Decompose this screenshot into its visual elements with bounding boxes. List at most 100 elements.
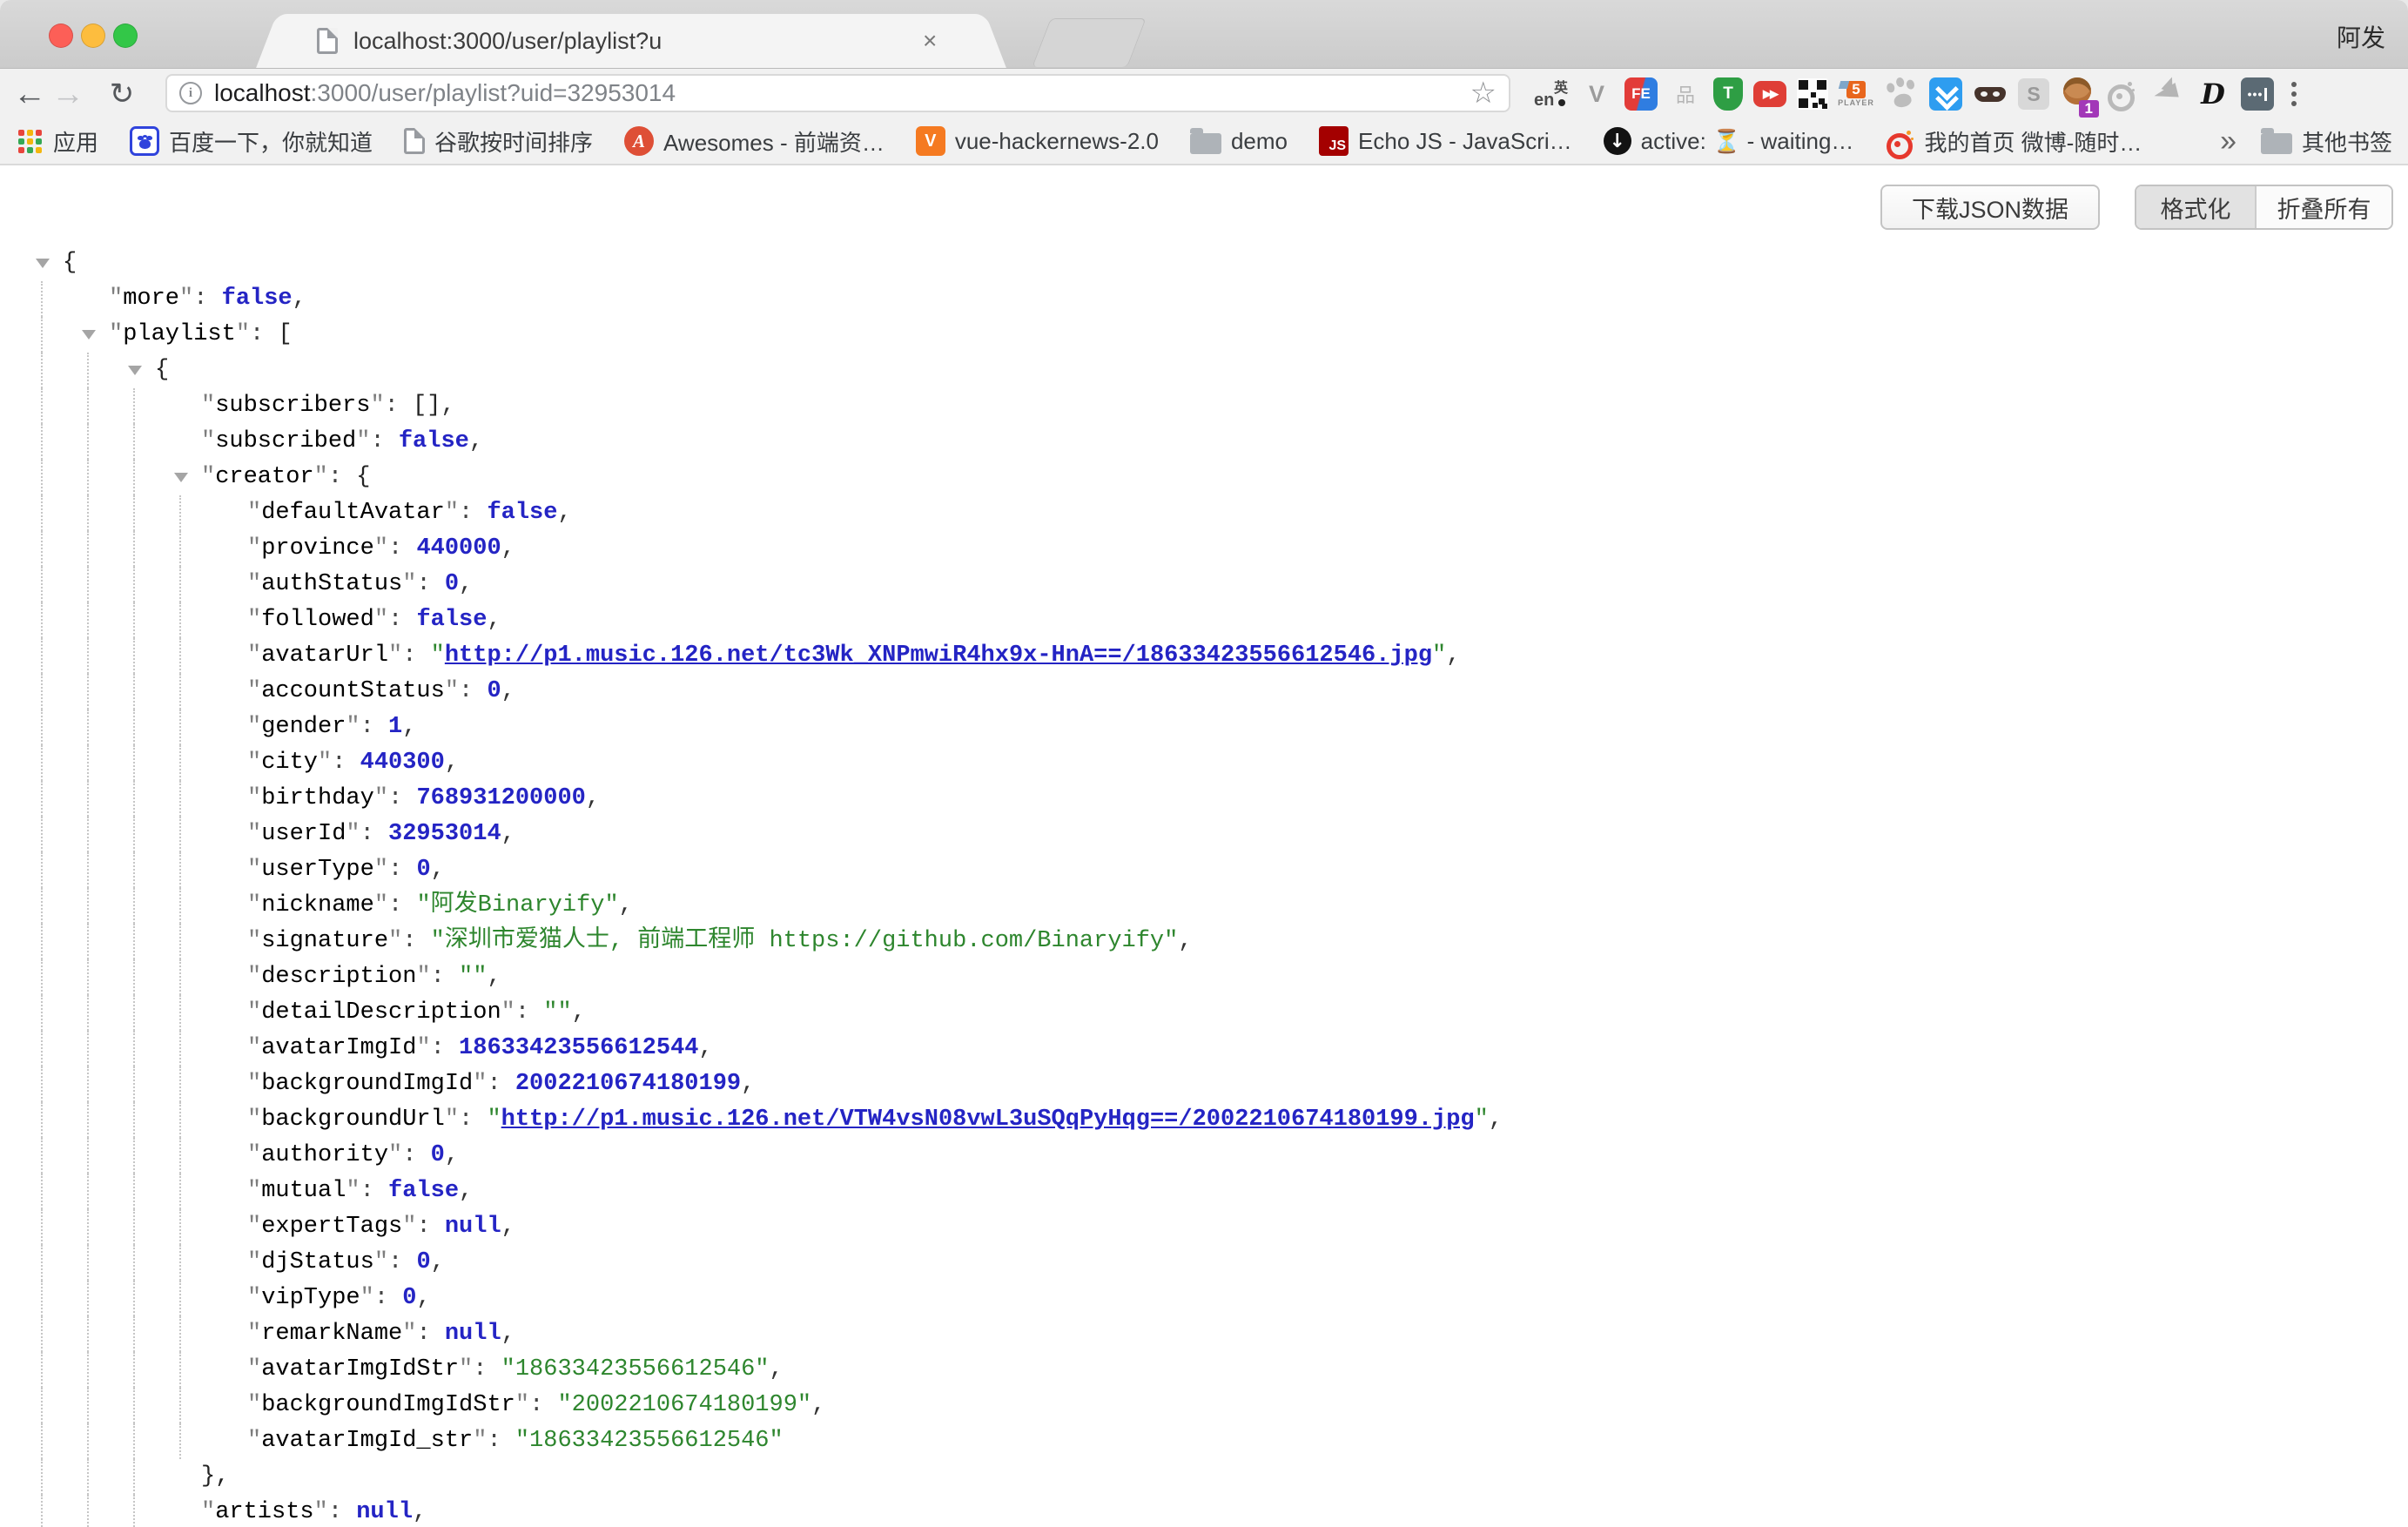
bookmark-item[interactable]: demo bbox=[1190, 128, 1288, 155]
zoom-window-button[interactable] bbox=[113, 24, 138, 48]
weibo-gray-icon[interactable] bbox=[2105, 75, 2140, 113]
indent-guide-line bbox=[87, 1388, 89, 1423]
json-key: city bbox=[261, 750, 318, 776]
indent-guide-line bbox=[179, 1209, 181, 1245]
indent-guide-line bbox=[179, 1316, 181, 1352]
extension-badge: 1 bbox=[2079, 100, 2099, 118]
video-speed-icon-text: ▶▶ bbox=[1763, 87, 1777, 101]
indent-guide-line bbox=[41, 495, 43, 531]
other-bookmarks-folder[interactable]: 其他书签 bbox=[2261, 125, 2392, 158]
indent-guide-line bbox=[179, 674, 181, 710]
forward-button[interactable]: → bbox=[49, 69, 87, 119]
fe-helper-icon[interactable]: FE bbox=[1624, 77, 1658, 111]
vue-devtools-icon[interactable]: V bbox=[1579, 75, 1614, 113]
green-shield-icon[interactable]: T bbox=[1713, 77, 1743, 111]
comma: , bbox=[293, 286, 306, 312]
indent-guide-line bbox=[41, 281, 43, 317]
comma: , bbox=[501, 1321, 515, 1347]
bookmark-item[interactable]: Awesomes - 前端资… bbox=[624, 125, 885, 158]
indent-guide-line bbox=[133, 852, 135, 888]
video-speed-icon[interactable]: ▶▶ bbox=[1753, 81, 1786, 107]
json-bracket: { bbox=[63, 250, 77, 276]
bookmark-star-icon[interactable]: ☆ bbox=[1470, 76, 1497, 111]
tab-strip: localhost:3000/user/playlist?u × 阿发 bbox=[0, 0, 2408, 68]
indent-guide-line bbox=[179, 817, 181, 852]
translate-icon[interactable]: en英 bbox=[1534, 75, 1569, 113]
comma: , bbox=[413, 1499, 427, 1525]
bookmark-label: Awesomes - 前端资… bbox=[663, 125, 885, 158]
json-line: "remarkName": null, bbox=[0, 1316, 2408, 1352]
format-button[interactable]: 格式化 bbox=[2136, 186, 2257, 228]
reload-button[interactable]: ↻ bbox=[103, 69, 141, 119]
bookmarks-overflow-chevron[interactable]: » bbox=[2220, 124, 2236, 158]
collapse-arrow-icon[interactable] bbox=[174, 473, 188, 482]
bookmark-item[interactable]: active: ⏳ - waiting… bbox=[1604, 127, 1854, 155]
collapse-arrow-icon[interactable] bbox=[36, 259, 50, 268]
colon: : bbox=[328, 1499, 356, 1525]
qrcode-icon[interactable] bbox=[1797, 78, 1828, 110]
indent-guide-line bbox=[41, 888, 43, 924]
json-url-link[interactable]: http://p1.music.126.net/VTW4vsN08vwL3uSQ… bbox=[501, 1107, 1475, 1133]
password-manager-icon[interactable]: ••• bbox=[2241, 77, 2274, 111]
json-value: 440300 bbox=[360, 750, 445, 776]
comma: , bbox=[1489, 1107, 1503, 1133]
comma: , bbox=[459, 571, 473, 597]
tab-close-icon[interactable]: × bbox=[923, 27, 937, 55]
paw-icon[interactable] bbox=[1880, 71, 1922, 116]
json-key: avatarImgIdStr bbox=[261, 1356, 459, 1382]
quote: " bbox=[370, 393, 384, 419]
bookmark-item[interactable]: 谷歌按时间排序 bbox=[404, 125, 593, 158]
bookmark-item[interactable]: 百度一下，你就知道 bbox=[130, 125, 373, 158]
awesomes-icon bbox=[624, 126, 654, 156]
json-key: defaultAvatar bbox=[261, 500, 445, 526]
bookmark-item[interactable]: vue-hackernews-2.0 bbox=[916, 126, 1159, 156]
blue-download-icon[interactable] bbox=[1929, 77, 1962, 111]
indent-guide-line bbox=[87, 424, 89, 460]
indent-guide-line bbox=[133, 1138, 135, 1174]
back-button[interactable]: ← bbox=[10, 69, 49, 119]
browser-tab[interactable]: localhost:3000/user/playlist?u × bbox=[287, 14, 975, 68]
new-tab-button[interactable] bbox=[1032, 18, 1146, 67]
page-content: 下载JSON数据 格式化 折叠所有 {"more": false,"playli… bbox=[0, 167, 2408, 1527]
quote: " bbox=[388, 928, 402, 954]
colon: : bbox=[332, 750, 360, 776]
json-key: authority bbox=[261, 1142, 388, 1168]
json-key: detailDescription bbox=[261, 999, 501, 1026]
s-letter-icon-text: S bbox=[2027, 83, 2040, 106]
comma: , bbox=[557, 500, 571, 526]
s-letter-icon[interactable]: S bbox=[2018, 78, 2049, 110]
script-d-icon[interactable]: D bbox=[2196, 75, 2230, 113]
browser-menu-icon[interactable] bbox=[2291, 91, 2297, 97]
indent-guide-line bbox=[179, 888, 181, 924]
folder-icon bbox=[1190, 133, 1221, 154]
profile-name[interactable]: 阿发 bbox=[2337, 19, 2385, 54]
indent-guide-line bbox=[133, 1459, 135, 1495]
sitemap-icon[interactable]: 品 bbox=[1668, 75, 1703, 113]
bookmark-item[interactable]: 应用 bbox=[16, 125, 98, 158]
json-line: "vipType": 0, bbox=[0, 1281, 2408, 1316]
address-bar[interactable]: i localhost:3000/user/playlist?uid=32953… bbox=[165, 74, 1510, 112]
bookmark-item[interactable]: 我的首页 微博-随时… bbox=[1885, 125, 2142, 158]
bookmark-label: Echo JS - JavaScri… bbox=[1358, 128, 1572, 155]
collapse-all-button[interactable]: 折叠所有 bbox=[2257, 186, 2391, 228]
json-line: { bbox=[0, 353, 2408, 388]
bookmark-item[interactable]: Echo JS - JavaScri… bbox=[1319, 126, 1572, 156]
html5-player-icon[interactable]: 5PLAYER bbox=[1839, 75, 1873, 113]
indent-guide-line bbox=[41, 1138, 43, 1174]
json-line: }, bbox=[0, 1459, 2408, 1495]
page-info-icon[interactable]: i bbox=[179, 82, 202, 104]
hummingbird-icon[interactable] bbox=[2150, 75, 2185, 113]
colon: : bbox=[416, 1321, 444, 1347]
tampermonkey-icon[interactable]: 1 bbox=[2060, 75, 2095, 113]
collapse-arrow-icon[interactable] bbox=[128, 366, 142, 375]
json-key: userType bbox=[261, 857, 374, 883]
script-d-icon-text: D bbox=[2201, 77, 2225, 111]
incognito-mask-icon[interactable] bbox=[1973, 75, 2008, 113]
json-url-link[interactable]: http://p1.music.126.net/tc3Wk_XNPmwiR4hx… bbox=[445, 642, 1432, 669]
download-json-button[interactable]: 下载JSON数据 bbox=[1880, 185, 2100, 230]
collapse-arrow-icon[interactable] bbox=[82, 330, 96, 340]
minimize-window-button[interactable] bbox=[81, 24, 105, 48]
colon: : bbox=[459, 500, 487, 526]
close-window-button[interactable] bbox=[49, 24, 73, 48]
indent-guide-line bbox=[87, 1102, 89, 1138]
